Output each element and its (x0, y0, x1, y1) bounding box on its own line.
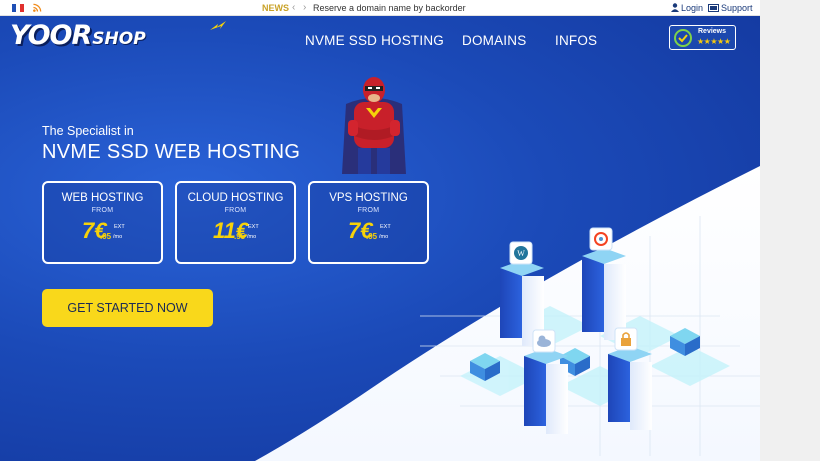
plan-card-vps-hosting[interactable]: VPS HOSTING FROM 7€ .95 EXT /mo (308, 181, 429, 264)
support-label: Support (721, 3, 753, 13)
login-label: Login (681, 3, 704, 13)
logo-suffix: SHOP (92, 29, 146, 49)
hero-kicker: The Specialist in (42, 124, 134, 138)
price-ext: EXT (380, 224, 391, 230)
plan-price: 11€ .95 EXT /mo (177, 218, 294, 244)
price-cents: .95 (234, 232, 246, 241)
nav-infos[interactable]: INFOS (555, 33, 597, 48)
site-logo[interactable]: YOOR SHOP (10, 20, 226, 54)
price-cents: .95 (366, 232, 378, 241)
news-label: NEWS (262, 3, 289, 13)
logo-wordmark: YOOR (10, 20, 92, 51)
reviews-label: Reviews (698, 28, 727, 35)
plan-price: 7€ .95 EXT /mo (44, 218, 161, 244)
joomla-icon (589, 227, 613, 251)
page: NEWS ‹ › Reserve a domain name by backor… (0, 0, 820, 461)
france-flag-icon[interactable] (12, 4, 24, 12)
user-icon (671, 3, 679, 12)
hero-mascot (342, 77, 406, 174)
rss-icon[interactable] (33, 3, 42, 12)
price-period: /mo (247, 234, 257, 240)
plan-title: CLOUD HOSTING (187, 192, 284, 204)
plan-title: VPS HOSTING (329, 192, 408, 204)
support-link[interactable]: Support (708, 3, 753, 13)
support-icon (708, 4, 719, 12)
reviews-badge[interactable]: Reviews ★★★★★ (669, 25, 736, 50)
wordpress-icon: W (509, 241, 533, 265)
plan-from-label: FROM (91, 207, 114, 214)
cloud-icon (532, 329, 556, 353)
plan-card-web-hosting[interactable]: WEB HOSTING FROM 7€ .95 EXT /mo (42, 181, 163, 264)
price-period: /mo (113, 234, 123, 240)
price-ext: EXT (248, 224, 259, 230)
lock-icon (614, 327, 638, 351)
news-next-button[interactable]: › (303, 2, 306, 13)
hero-headline: NVME SSD WEB HOSTING (42, 141, 301, 163)
price-ext: EXT (114, 224, 125, 230)
news-ticker-link[interactable]: Reserve a domain name by backorder (313, 3, 466, 13)
news-prev-button[interactable]: ‹ (292, 2, 295, 13)
svg-text:W: W (517, 249, 525, 258)
logo-bolt-icon (210, 21, 226, 30)
news-bar: NEWS ‹ › Reserve a domain name by backor… (0, 0, 760, 16)
nav-nvme-ssd-hosting[interactable]: NVME SSD HOSTING (305, 33, 444, 48)
reviews-check-icon (674, 29, 692, 47)
reviews-stars: ★★★★★ (697, 37, 731, 46)
nav-domains[interactable]: DOMAINS (462, 33, 526, 48)
price-period: /mo (379, 234, 389, 240)
plan-title: WEB HOSTING (61, 192, 144, 204)
price-cents: .95 (100, 232, 112, 241)
page-gutter (760, 0, 820, 461)
get-started-button[interactable]: GET STARTED NOW (42, 289, 213, 327)
login-link[interactable]: Login (671, 3, 703, 13)
server-illustration: W (460, 227, 730, 434)
hero-banner: YOOR SHOP NVME SSD HOSTING DOMAINS INFOS… (0, 16, 760, 461)
plan-from-label: FROM (224, 207, 247, 214)
plan-price: 7€ .95 EXT /mo (310, 218, 427, 244)
plan-card-cloud-hosting[interactable]: CLOUD HOSTING FROM 11€ .95 EXT /mo (175, 181, 296, 264)
plan-from-label: FROM (357, 207, 380, 214)
